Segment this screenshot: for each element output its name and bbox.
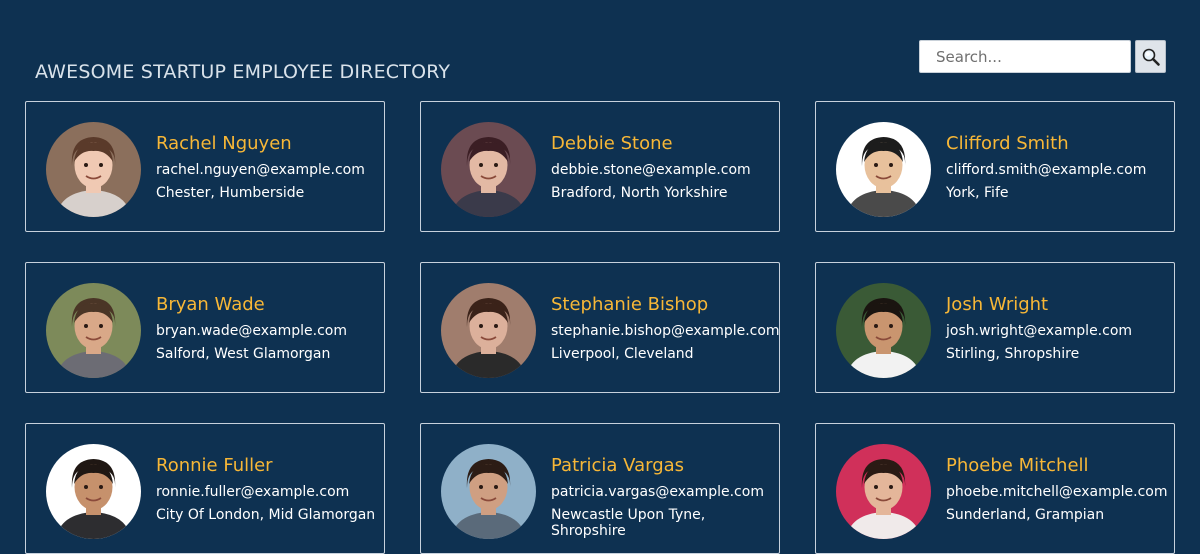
employee-name: Ronnie Fuller bbox=[156, 455, 273, 476]
employee-email: phoebe.mitchell@example.com bbox=[946, 484, 1168, 500]
employee-name: Patricia Vargas bbox=[551, 455, 685, 476]
employee-location: Chester, Humberside bbox=[156, 185, 305, 201]
employee-email: ronnie.fuller@example.com bbox=[156, 484, 350, 500]
employee-location: Newcastle Upon Tyne, Shropshire bbox=[551, 507, 706, 539]
avatar-portrait bbox=[441, 122, 536, 217]
employee-info: Stephanie Bishop stephanie.bishop@example… bbox=[551, 292, 780, 362]
employee-info: Ronnie Fuller ronnie.fuller@example.com Ci… bbox=[156, 453, 376, 523]
avatar-portrait bbox=[836, 444, 931, 539]
employee-card[interactable]: Phoebe Mitchell phoebe.mitchell@example.c… bbox=[815, 423, 1175, 554]
employee-card[interactable]: Stephanie Bishop stephanie.bishop@example… bbox=[420, 262, 780, 393]
employee-email: stephanie.bishop@example.com bbox=[551, 323, 780, 339]
employee-name: Rachel Nguyen bbox=[156, 133, 292, 154]
employee-location: Sunderland, Grampian bbox=[946, 507, 1105, 523]
employee-card[interactable]: Rachel Nguyen rachel.nguyen@example.com Ch… bbox=[25, 101, 385, 232]
avatar-portrait bbox=[46, 444, 141, 539]
employee-email: rachel.nguyen@example.com bbox=[156, 162, 365, 178]
avatar-portrait bbox=[836, 283, 931, 378]
employee-email: debbie.stone@example.com bbox=[551, 162, 751, 178]
employee-info: Phoebe Mitchell phoebe.mitchell@example.c… bbox=[946, 453, 1168, 523]
employee-info: Clifford Smith clifford.smith@example.com… bbox=[946, 131, 1166, 201]
employee-name: Josh Wright bbox=[946, 294, 1049, 315]
avatar bbox=[46, 444, 141, 539]
employee-email: patricia.vargas@example.com bbox=[551, 484, 764, 500]
avatar-portrait bbox=[46, 283, 141, 378]
avatar bbox=[836, 283, 931, 378]
employee-email: clifford.smith@example.com bbox=[946, 162, 1147, 178]
search-button[interactable] bbox=[1135, 40, 1166, 73]
employee-card[interactable]: Josh Wright josh.wright@example.com Stirli… bbox=[815, 262, 1175, 393]
employee-name: Phoebe Mitchell bbox=[946, 455, 1089, 476]
search-container bbox=[919, 40, 1166, 73]
employee-info: Rachel Nguyen rachel.nguyen@example.com Ch… bbox=[156, 131, 376, 201]
page-title: AWESOME STARTUP EMPLOYEE DIRECTORY bbox=[35, 60, 451, 83]
avatar bbox=[441, 283, 536, 378]
employee-location: Liverpool, Cleveland bbox=[551, 346, 694, 362]
employee-email: josh.wright@example.com bbox=[946, 323, 1133, 339]
employee-location: City Of London, Mid Glamorgan bbox=[156, 507, 376, 523]
employee-name: Clifford Smith bbox=[946, 133, 1069, 154]
avatar-portrait bbox=[46, 122, 141, 217]
employee-location: York, Fife bbox=[946, 185, 1009, 201]
employee-name: Debbie Stone bbox=[551, 133, 673, 154]
employee-card[interactable]: Debbie Stone debbie.stone@example.com Brad… bbox=[420, 101, 780, 232]
employee-info: Bryan Wade bryan.wade@example.com Salford,… bbox=[156, 292, 376, 362]
employee-email: bryan.wade@example.com bbox=[156, 323, 347, 339]
avatar bbox=[836, 444, 931, 539]
search-input[interactable] bbox=[919, 40, 1131, 73]
employee-card[interactable]: Ronnie Fuller ronnie.fuller@example.com Ci… bbox=[25, 423, 385, 554]
avatar-portrait bbox=[836, 122, 931, 217]
avatar bbox=[46, 122, 141, 217]
avatar bbox=[441, 444, 536, 539]
employee-name: Stephanie Bishop bbox=[551, 294, 709, 315]
employee-name: Bryan Wade bbox=[156, 294, 265, 315]
employee-location: Bradford, North Yorkshire bbox=[551, 185, 728, 201]
avatar bbox=[836, 122, 931, 217]
employee-info: Josh Wright josh.wright@example.com Stirli… bbox=[946, 292, 1166, 362]
search-icon bbox=[1142, 48, 1160, 66]
employee-info: Patricia Vargas patricia.vargas@example.c… bbox=[551, 453, 771, 539]
employee-card[interactable]: Bryan Wade bryan.wade@example.com Salford,… bbox=[25, 262, 385, 393]
avatar-portrait bbox=[441, 283, 536, 378]
employee-card[interactable]: Patricia Vargas patricia.vargas@example.c… bbox=[420, 423, 780, 554]
avatar bbox=[441, 122, 536, 217]
avatar-portrait bbox=[441, 444, 536, 539]
employee-location: Salford, West Glamorgan bbox=[156, 346, 331, 362]
employee-info: Debbie Stone debbie.stone@example.com Brad… bbox=[551, 131, 771, 201]
employee-grid: Rachel Nguyen rachel.nguyen@example.com Ch… bbox=[25, 101, 1175, 554]
employee-location: Stirling, Shropshire bbox=[946, 346, 1080, 362]
employee-card[interactable]: Clifford Smith clifford.smith@example.com… bbox=[815, 101, 1175, 232]
avatar bbox=[46, 283, 141, 378]
